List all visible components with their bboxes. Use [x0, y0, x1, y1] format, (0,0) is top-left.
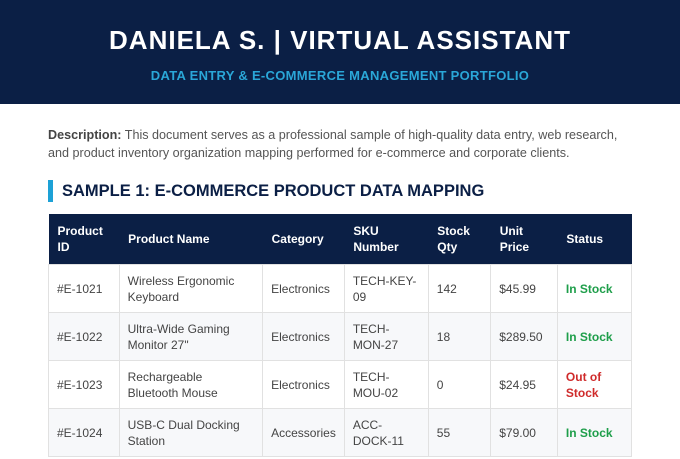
stock-qty-cell: 55 [427, 408, 492, 457]
product-name-cell: Ultra-Wide Gaming Monitor 27" [118, 312, 264, 361]
page-title: DANIELA S. | VIRTUAL ASSISTANT [109, 25, 571, 55]
unit-price-cell: $289.50 [490, 312, 558, 361]
page-subtitle: DATA ENTRY & E-COMMERCE MANAGEMENT PORTF… [150, 68, 530, 83]
stock-qty-cell: 18 [427, 312, 492, 361]
sku-cell: TECH-MON-27 [343, 312, 429, 361]
product-name-cell: USB-C Dual Docking Station [118, 408, 264, 457]
unit-price-cell: $24.95 [490, 360, 558, 409]
table-row: #E-1024 USB-C Dual Docking Station Acces… [48, 408, 633, 457]
column-header: Category [262, 214, 345, 265]
table-row: #E-1021 Wireless Ergonomic Keyboard Elec… [48, 264, 633, 313]
column-header: Stock Qty [428, 214, 491, 265]
category-cell: Accessories [262, 408, 345, 457]
status-cell: Out of Stock [556, 360, 633, 409]
column-header: Unit Price [490, 214, 558, 265]
status-cell: In Stock [556, 312, 633, 361]
product-id-cell: #E-1023 [48, 360, 120, 409]
description: Description: This document serves as a p… [48, 126, 632, 162]
table-row: #E-1023 Rechargeable Bluetooth Mouse Ele… [48, 360, 633, 409]
document-body: Description: This document serves as a p… [0, 104, 680, 457]
category-cell: Electronics [262, 264, 345, 313]
product-table: Product ID Product Name Category SKU Num… [48, 214, 633, 457]
column-header: Product ID [48, 214, 120, 265]
description-text: This document serves as a professional s… [48, 128, 618, 160]
column-header: SKU Number [344, 214, 429, 265]
product-name-cell: Wireless Ergonomic Keyboard [118, 264, 264, 313]
status-cell: In Stock [556, 408, 633, 457]
sku-cell: TECH-MOU-02 [343, 360, 429, 409]
column-header: Product Name [119, 214, 263, 265]
sku-cell: ACC-DOCK-11 [343, 408, 429, 457]
unit-price-cell: $45.99 [490, 264, 558, 313]
page-header: DANIELA S. | VIRTUAL ASSISTANT DATA ENTR… [0, 0, 680, 104]
sku-cell: TECH-KEY-09 [343, 264, 429, 313]
product-id-cell: #E-1021 [48, 264, 120, 313]
description-label: Description: [48, 128, 122, 142]
table-header-row: Product ID Product Name Category SKU Num… [48, 214, 632, 265]
category-cell: Electronics [262, 360, 345, 409]
product-id-cell: #E-1024 [48, 408, 120, 457]
unit-price-cell: $79.00 [490, 408, 558, 457]
status-cell: In Stock [556, 264, 633, 313]
section-title: SAMPLE 1: E-COMMERCE PRODUCT DATA MAPPIN… [48, 180, 632, 202]
category-cell: Electronics [262, 312, 345, 361]
product-name-cell: Rechargeable Bluetooth Mouse [118, 360, 264, 409]
table-row: #E-1022 Ultra-Wide Gaming Monitor 27" El… [48, 312, 633, 361]
stock-qty-cell: 0 [427, 360, 492, 409]
stock-qty-cell: 142 [427, 264, 492, 313]
product-id-cell: #E-1022 [48, 312, 120, 361]
column-header: Status [557, 214, 632, 265]
